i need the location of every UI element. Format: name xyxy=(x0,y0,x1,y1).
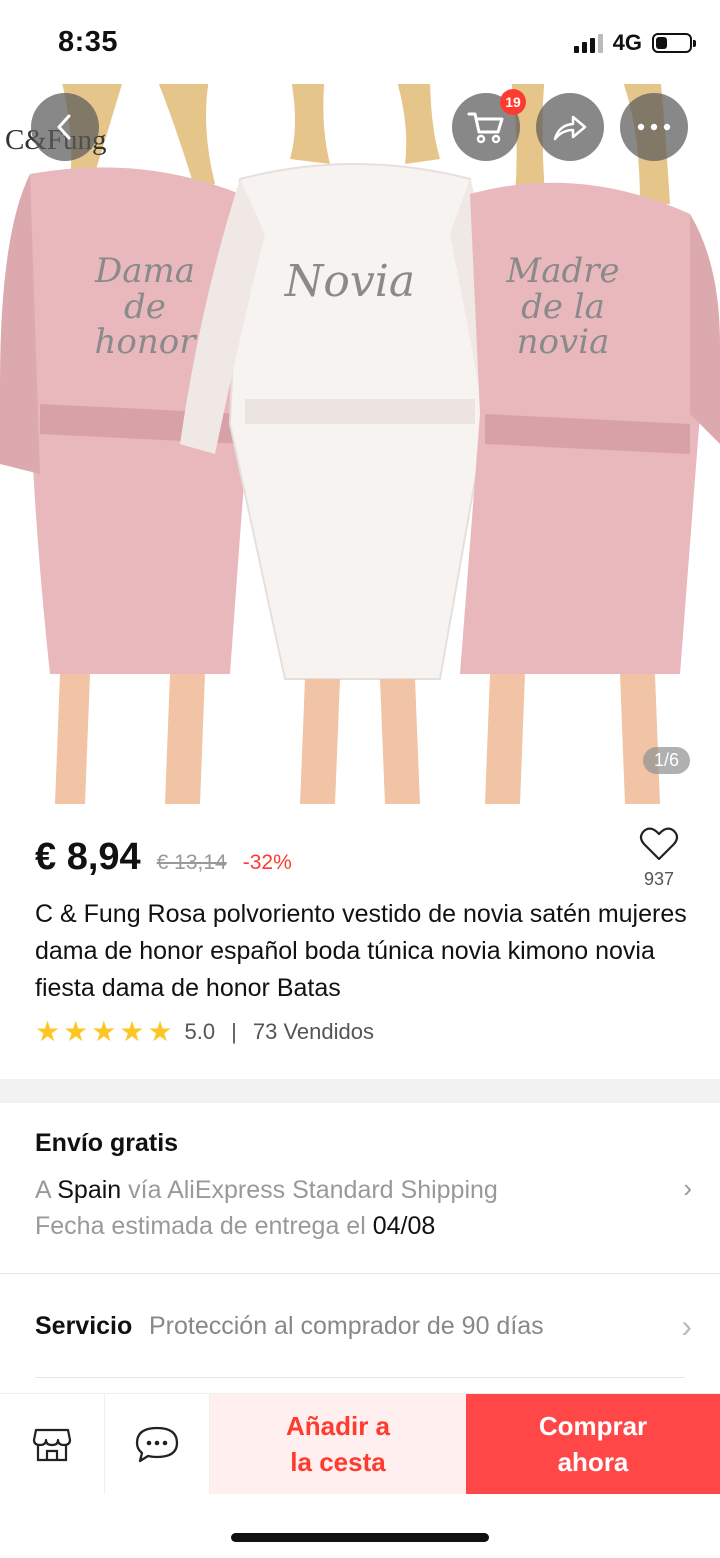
status-bar: 8:35 4G xyxy=(0,0,720,84)
robe-text-mother: Madre de la novia xyxy=(506,251,620,363)
original-price: € 13,14 xyxy=(156,851,227,874)
product-title: C & Fung Rosa polvoriento vestido de nov… xyxy=(35,900,687,1002)
service-value: Protección al comprador de 90 días xyxy=(149,1312,544,1340)
buy-now-label: Comprar ahora xyxy=(538,1411,648,1477)
chevron-right-icon: › xyxy=(683,1173,692,1203)
shipping-method: vía AliExpress Standard Shipping xyxy=(128,1176,498,1204)
separator: | xyxy=(231,1019,237,1044)
sold-count: 73 Vendidos xyxy=(252,1019,374,1044)
shipping-title: Envío gratis xyxy=(35,1129,179,1157)
price-row: € 8,94 € 13,14 -32% xyxy=(35,836,292,879)
status-indicators: 4G xyxy=(573,30,696,56)
cart-button[interactable]: 19 xyxy=(452,89,526,161)
star-icon: ★ xyxy=(63,1016,89,1047)
delivery-label: Fecha estimada de entrega el xyxy=(35,1212,366,1240)
battery-icon xyxy=(652,33,696,53)
star-icon: ★ xyxy=(119,1016,145,1047)
back-button[interactable] xyxy=(31,93,99,161)
cart-icon xyxy=(467,112,504,144)
section-divider xyxy=(0,1079,720,1103)
product-summary: € 8,94 € 13,14 -32% 937 C & Fung Rosa po… xyxy=(0,804,720,1079)
shipping-prefix: A xyxy=(35,1176,51,1204)
delivery-date: 04/08 xyxy=(372,1212,436,1240)
more-options-button[interactable] xyxy=(620,93,688,161)
shipping-country: Spain xyxy=(57,1176,122,1204)
add-to-cart-label: Añadir a la cesta xyxy=(285,1411,391,1477)
share-button[interactable] xyxy=(536,93,604,161)
service-label: Servicio xyxy=(35,1312,133,1340)
add-to-cart-button[interactable]: Añadir a la cesta xyxy=(210,1394,466,1494)
more-icon xyxy=(637,123,671,131)
star-icon: ★ xyxy=(35,1016,61,1047)
wishlist-count: 937 xyxy=(643,869,675,889)
product-photo xyxy=(0,84,720,804)
home-indicator[interactable] xyxy=(231,1533,489,1542)
robe-text-bride: Novia xyxy=(284,256,416,307)
discount-badge: -32% xyxy=(242,851,292,874)
star-icon: ★ xyxy=(147,1016,173,1047)
divider xyxy=(35,1377,685,1378)
wishlist-button[interactable]: 937 xyxy=(636,826,682,890)
chat-button[interactable] xyxy=(105,1394,210,1494)
rating-row[interactable]: ★ ★ ★ ★ ★ 5.0 | 73 Vendidos xyxy=(35,1018,374,1046)
shipping-section[interactable]: Envío gratis A Spain vía AliExpress Stan… xyxy=(0,1103,720,1273)
image-counter: 1/6 xyxy=(642,747,690,774)
store-button[interactable] xyxy=(0,1394,105,1494)
current-price: € 8,94 xyxy=(35,836,141,878)
rating-score: 5.0 xyxy=(184,1019,216,1044)
network-type: 4G xyxy=(612,30,642,55)
service-section[interactable]: Servicio Protección al comprador de 90 d… xyxy=(0,1274,720,1378)
heart-icon xyxy=(639,827,679,861)
signal-icon xyxy=(573,33,603,53)
star-icon: ★ xyxy=(91,1016,117,1047)
buy-now-button[interactable]: Comprar ahora xyxy=(466,1394,720,1494)
shipping-destination: A Spain vía AliExpress Standard Shipping xyxy=(35,1176,498,1205)
share-icon xyxy=(553,115,587,141)
status-time: 8:35 xyxy=(58,26,119,58)
chevron-left-icon xyxy=(57,114,71,140)
bottom-action-bar: Añadir a la cesta Comprar ahora xyxy=(0,1393,720,1494)
store-icon xyxy=(32,1428,72,1462)
chat-icon xyxy=(135,1426,179,1463)
cart-count-badge: 19 xyxy=(500,89,526,115)
rating-stars: ★ ★ ★ ★ ★ xyxy=(35,1018,173,1046)
product-image-gallery[interactable]: C&Fung Dama de honor Novia Madre de la n… xyxy=(0,84,720,804)
robe-text-bridesmaid: Dama de honor xyxy=(94,251,196,363)
delivery-estimate: Fecha estimada de entrega el 04/08 xyxy=(35,1212,435,1241)
chevron-right-icon: › xyxy=(681,1308,692,1344)
